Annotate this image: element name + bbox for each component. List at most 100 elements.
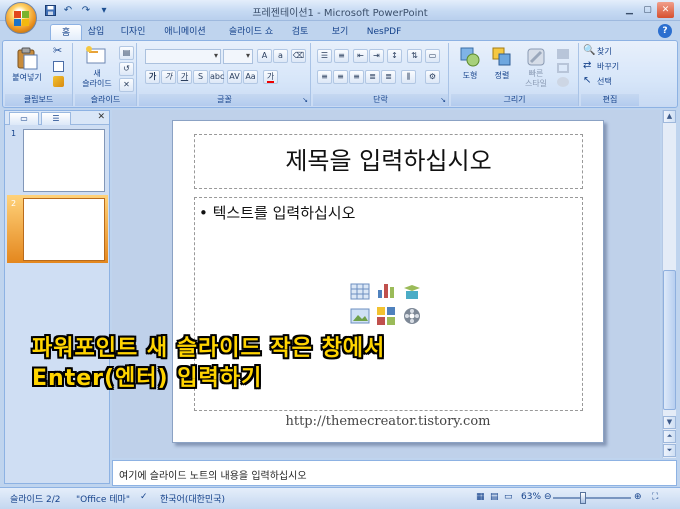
grow-font-icon[interactable]: A [257, 49, 272, 63]
tab-nespdf[interactable]: NesPDF [362, 24, 406, 41]
tab-slides-pane[interactable]: ▭ [9, 112, 39, 125]
notes-pane[interactable]: 여기에 슬라이드 노트의 내용을 입력하십시오 [112, 460, 677, 486]
title-bar: ↶ ↷ ▾ 프레젠테이션1 - Microsoft PowerPoint ▁ ▢… [0, 0, 680, 21]
tab-design[interactable]: 디자인 [114, 24, 152, 41]
shadow-icon[interactable]: S [193, 70, 208, 84]
slide-thumbnail-1[interactable] [23, 129, 105, 192]
align-center-icon[interactable]: ≡ [333, 70, 348, 84]
tab-insert[interactable]: 삽입 [80, 24, 112, 41]
distributed-icon[interactable]: ≣ [381, 70, 396, 84]
underline-icon[interactable]: 가 [177, 70, 192, 84]
increase-indent-icon[interactable]: ⇥ [369, 49, 384, 63]
slide-sorter-icon[interactable]: ▤ [490, 492, 499, 502]
zoom-out-icon[interactable]: ⊖ [544, 492, 552, 502]
align-text-icon[interactable]: ▭ [425, 49, 440, 63]
format-painter-icon[interactable] [53, 76, 64, 87]
normal-view-icon[interactable]: ▦ [476, 492, 485, 502]
paste-button[interactable]: 붙여넣기 [9, 45, 45, 91]
shape-effects-icon[interactable] [557, 77, 569, 87]
line-spacing-icon[interactable]: ↕ [387, 49, 402, 63]
copy-icon[interactable] [53, 61, 64, 72]
shrink-font-icon[interactable]: a [273, 49, 288, 63]
zoom-level[interactable]: 63% [521, 492, 541, 502]
clipboard-group: 붙여넣기 ✂ 클립보드 [5, 43, 73, 106]
columns-icon[interactable]: ⫼ [401, 70, 416, 84]
insert-media-icon[interactable] [402, 306, 422, 326]
tab-home[interactable]: 홈 [50, 24, 82, 41]
font-dialog-launcher-icon[interactable]: ↘ [302, 96, 308, 104]
bullets-icon[interactable]: ☰ [317, 49, 332, 63]
smartart-icon[interactable]: ⚙ [425, 70, 440, 84]
editing-group-label: 편집 [581, 94, 639, 106]
select-button[interactable]: ↖ 선택 [583, 75, 637, 89]
tab-animation[interactable]: 애니메이션 [158, 24, 212, 41]
insert-smartart-icon[interactable] [402, 282, 422, 302]
previous-slide-icon[interactable]: ⏶ [663, 430, 676, 443]
tab-outline-pane[interactable]: ☰ [41, 112, 71, 125]
slide-thumbnail-2[interactable] [23, 198, 105, 261]
insert-clipart-icon[interactable] [376, 306, 396, 326]
body-placeholder-text: 텍스트를 입력하십시오 [212, 204, 356, 222]
change-case-icon[interactable]: Aa [243, 70, 258, 84]
paragraph-dialog-launcher-icon[interactable]: ↘ [440, 96, 446, 104]
window-controls: ▁ ▢ ✕ [621, 2, 674, 18]
find-button[interactable]: 🔍 찾기 [583, 45, 637, 59]
shape-fill-icon[interactable] [557, 49, 569, 59]
slideshow-view-icon[interactable]: ▭ [504, 492, 513, 502]
font-name-combo[interactable] [145, 49, 221, 64]
numbering-icon[interactable]: ≡ [334, 49, 349, 63]
new-slide-button[interactable]: 새 슬라이드 [77, 45, 117, 91]
clear-format-icon[interactable]: ⌫ [291, 49, 306, 63]
help-icon[interactable]: ? [658, 24, 672, 38]
align-right-icon[interactable]: ≡ [349, 70, 364, 84]
ribbon-tabs: 홈 삽입 디자인 애니메이션 슬라이드 쇼 검토 보기 NesPDF ? [0, 21, 680, 41]
layout-icon[interactable]: ▤ [119, 46, 134, 60]
close-pane-icon[interactable]: ✕ [97, 112, 105, 122]
zoom-slider[interactable] [553, 497, 631, 499]
arrange-button[interactable]: 정렬 [487, 45, 517, 91]
italic-icon[interactable]: 가 [161, 70, 176, 84]
justify-icon[interactable]: ≣ [365, 70, 380, 84]
tab-review[interactable]: 검토 [286, 24, 314, 41]
scrollbar-thumb[interactable] [663, 270, 676, 410]
select-label: 선택 [597, 77, 612, 86]
shape-outline-icon[interactable] [557, 63, 569, 73]
insert-chart-icon[interactable] [376, 280, 396, 300]
zoom-slider-thumb[interactable] [580, 492, 586, 504]
strikethrough-icon[interactable]: abc [209, 70, 224, 84]
insert-picture-icon[interactable] [350, 306, 370, 326]
quick-styles-button[interactable]: 빠른 스타일 [519, 45, 553, 91]
font-size-combo[interactable] [223, 49, 253, 64]
font-color-icon[interactable]: 가 [263, 70, 278, 84]
align-left-icon[interactable]: ≡ [317, 70, 332, 84]
insert-table-icon[interactable] [350, 282, 370, 302]
shape-button[interactable]: 도형 [455, 45, 485, 91]
scroll-down-icon[interactable]: ▼ [663, 416, 676, 429]
office-logo-icon [14, 11, 29, 26]
tab-view[interactable]: 보기 [326, 24, 354, 41]
status-bar: 슬라이드 2/2 "Office 테마" ✓ 한국어(대한민국) ▦ ▤ ▭ 6… [0, 487, 680, 509]
minimize-button[interactable]: ▁ [621, 2, 638, 18]
fit-to-window-icon[interactable]: ⛶ [652, 492, 658, 502]
slide-thumbnail-pane: ▭ ☰ ✕ 1 2 [4, 110, 110, 484]
close-button[interactable]: ✕ [657, 2, 674, 18]
reset-icon[interactable]: ↺ [119, 62, 134, 76]
char-spacing-icon[interactable]: AV [227, 70, 242, 84]
text-direction-icon[interactable]: ⇅ [407, 49, 422, 63]
scroll-up-icon[interactable]: ▲ [663, 110, 676, 123]
maximize-button[interactable]: ▢ [639, 2, 656, 18]
zoom-in-icon[interactable]: ⊕ [634, 492, 642, 502]
cut-icon[interactable]: ✂ [53, 45, 62, 56]
bold-icon[interactable]: 가 [145, 70, 160, 84]
title-placeholder[interactable]: 제목을 입력하십시오 [194, 134, 583, 189]
replace-button[interactable]: ⇄ 바꾸기 [583, 60, 637, 74]
decrease-indent-icon[interactable]: ⇤ [353, 49, 368, 63]
delete-slide-icon[interactable]: ✕ [119, 78, 134, 92]
paragraph-group-label: 단락 [313, 94, 448, 106]
paste-icon [17, 47, 38, 70]
vertical-scrollbar[interactable]: ▲ ▼ ⏶ ⏷ [662, 110, 676, 458]
next-slide-icon[interactable]: ⏷ [663, 444, 676, 457]
office-button[interactable] [5, 2, 37, 34]
spell-check-icon[interactable]: ✓ [140, 492, 148, 502]
tab-slideshow[interactable]: 슬라이드 쇼 [222, 24, 280, 41]
